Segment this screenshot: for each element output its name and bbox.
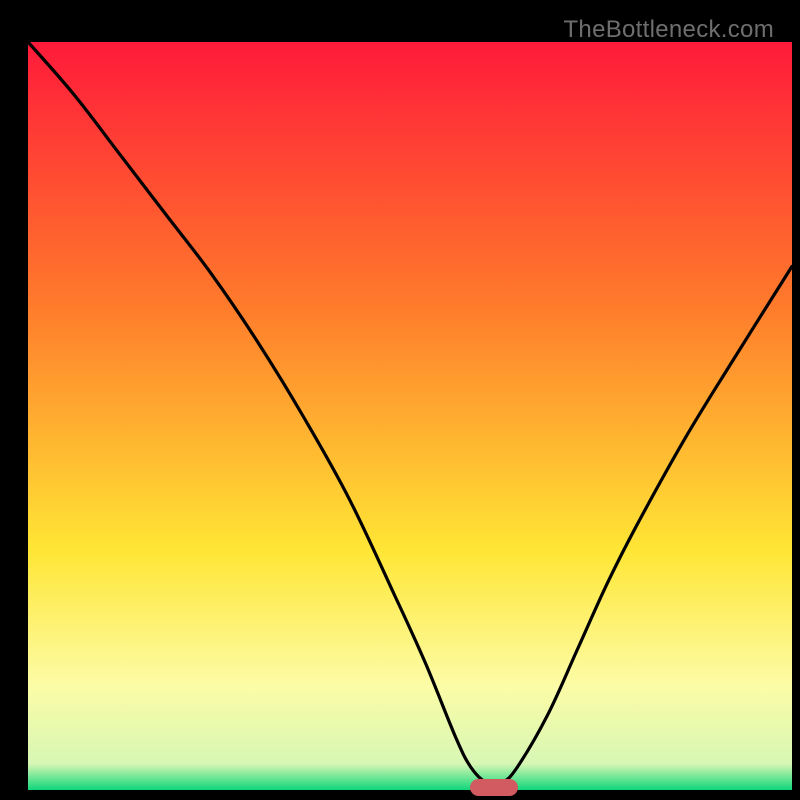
optimal-marker xyxy=(470,779,518,796)
watermark-text: TheBottleneck.com xyxy=(563,16,774,44)
bottleneck-curve xyxy=(28,42,792,790)
plot-area xyxy=(28,42,792,790)
chart-frame: TheBottleneck.com xyxy=(10,10,790,790)
